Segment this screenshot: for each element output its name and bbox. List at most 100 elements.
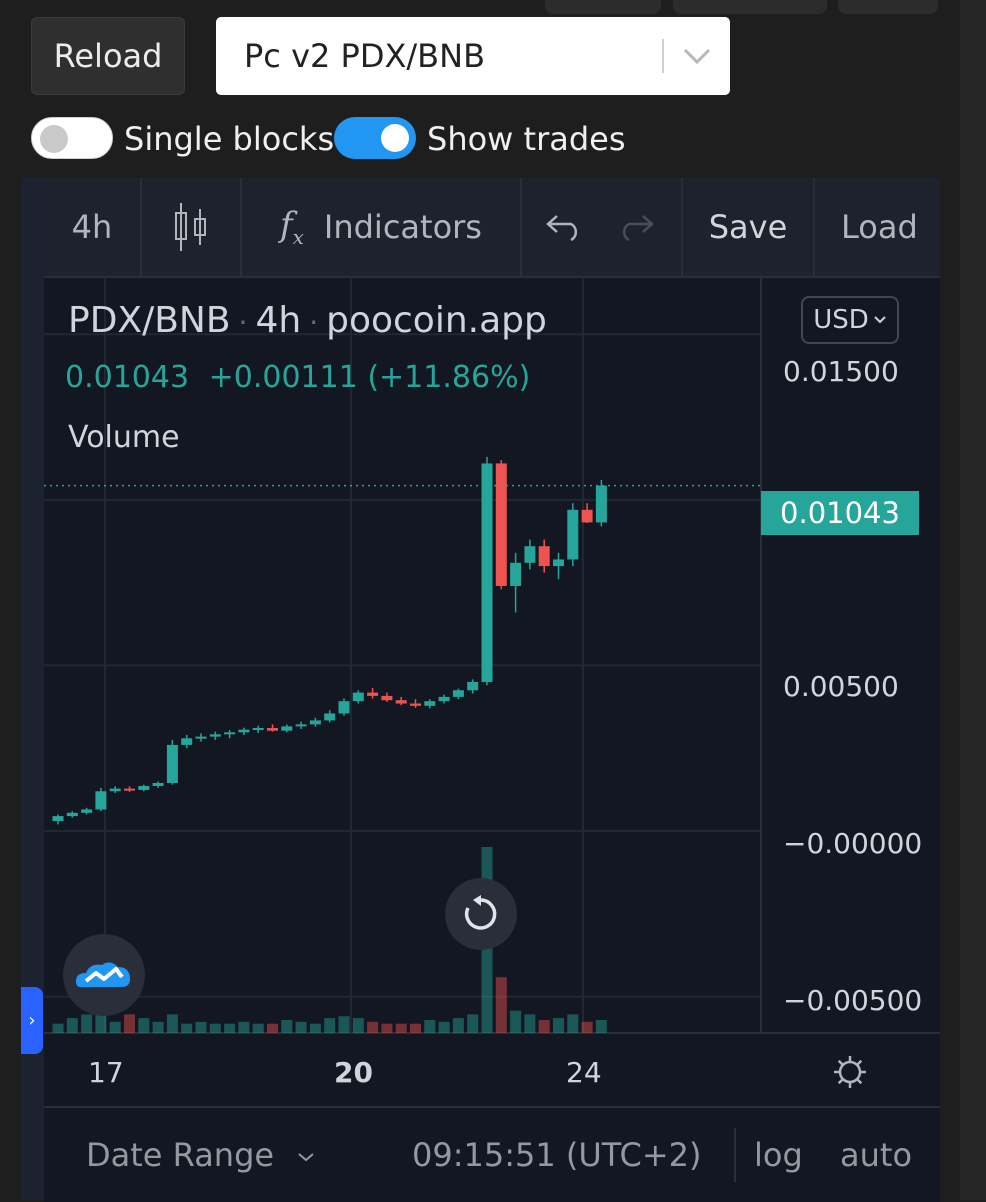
volume-bar bbox=[281, 1019, 293, 1033]
candle-body bbox=[152, 782, 164, 786]
currency-button[interactable]: USD bbox=[801, 296, 899, 344]
y-axis-tick: −0.00000 bbox=[783, 827, 923, 860]
candle-body bbox=[52, 816, 64, 822]
select-separator bbox=[662, 39, 664, 73]
load-button[interactable]: Load bbox=[815, 178, 940, 276]
expand-panel-handle[interactable]: › bbox=[21, 987, 43, 1054]
candle-body bbox=[224, 732, 236, 735]
save-button[interactable]: Save bbox=[683, 178, 813, 276]
volume-bar bbox=[109, 1021, 121, 1033]
volume-bar bbox=[309, 1023, 321, 1033]
volume-bar bbox=[581, 1021, 593, 1033]
candle-body bbox=[309, 720, 321, 725]
legend-dot: · bbox=[238, 306, 248, 339]
volume-bar bbox=[352, 1018, 364, 1033]
reset-chart-icon[interactable] bbox=[445, 878, 517, 950]
date-range-label: Date Range bbox=[86, 1136, 275, 1174]
volume-bar bbox=[567, 1014, 579, 1033]
legend-dot: · bbox=[309, 306, 319, 339]
volume-bar bbox=[424, 1019, 436, 1033]
candle-body bbox=[553, 559, 564, 567]
candle-body bbox=[595, 485, 607, 523]
candle-body bbox=[467, 681, 479, 691]
candle-body bbox=[195, 736, 207, 739]
volume-bar bbox=[338, 1016, 350, 1033]
indicators-label: Indicators bbox=[323, 208, 482, 246]
clock-time: 09:15:51 (UTC+2) bbox=[412, 1136, 702, 1174]
interval-label: 4h bbox=[255, 300, 302, 341]
reload-button[interactable]: Reload bbox=[31, 17, 185, 95]
candle-body bbox=[181, 738, 193, 745]
candle-style-icon[interactable] bbox=[142, 178, 240, 276]
candle-body bbox=[424, 701, 436, 706]
chevron-down-icon[interactable] bbox=[682, 17, 730, 95]
x-axis-tick: 24 bbox=[566, 1056, 602, 1089]
log-scale-button[interactable]: log bbox=[754, 1136, 803, 1174]
candle-body bbox=[252, 728, 264, 731]
candle-body bbox=[138, 785, 150, 790]
redo-icon[interactable] bbox=[606, 178, 666, 276]
volume-bar bbox=[267, 1023, 278, 1033]
volume-bar bbox=[467, 1014, 479, 1033]
pair-select[interactable]: Pc v2 PDX/BNB bbox=[216, 17, 730, 95]
chevron-down-icon bbox=[298, 1153, 314, 1162]
pair-select-value: Pc v2 PDX/BNB bbox=[244, 37, 486, 75]
candle-body bbox=[367, 692, 379, 696]
volume-bar bbox=[410, 1023, 421, 1033]
candle-body bbox=[281, 726, 293, 731]
candle-body bbox=[395, 700, 407, 704]
chart-toolbar: 4h fx Indicators Save Load bbox=[44, 178, 940, 278]
last-price-tag: 0.01043 bbox=[761, 491, 919, 535]
x-axis-tick: 17 bbox=[88, 1056, 124, 1089]
auto-scale-button[interactable]: auto bbox=[840, 1136, 912, 1174]
volume-bar bbox=[224, 1023, 236, 1033]
candle-body bbox=[95, 791, 107, 810]
top-tab-stub[interactable] bbox=[673, 0, 827, 14]
top-tab-stub[interactable] bbox=[838, 0, 938, 14]
single-blocks-toggle[interactable] bbox=[31, 117, 113, 159]
y-axis-tick: 0.00500 bbox=[783, 670, 899, 703]
volume-bar bbox=[95, 1014, 107, 1033]
top-tab-stub[interactable] bbox=[545, 0, 661, 14]
candle-body bbox=[66, 812, 78, 817]
candle-body bbox=[338, 701, 350, 714]
show-trades-label: Show trades bbox=[427, 120, 626, 158]
scroll-rail bbox=[960, 0, 986, 1200]
candle-body bbox=[166, 744, 178, 783]
volume-bar bbox=[395, 1023, 407, 1033]
volume-bar bbox=[524, 1014, 536, 1033]
candle-body bbox=[81, 809, 93, 813]
volume-bar bbox=[553, 1018, 564, 1033]
volume-bar bbox=[238, 1021, 250, 1033]
single-blocks-label: Single blocks bbox=[124, 120, 335, 158]
volume-bar bbox=[195, 1021, 207, 1033]
volume-bar bbox=[152, 1021, 164, 1033]
undo-icon[interactable] bbox=[534, 178, 594, 276]
volume-bar bbox=[452, 1018, 464, 1033]
chart-legend-title: PDX/BNB · 4h · poocoin.app bbox=[68, 300, 547, 341]
volume-bar bbox=[209, 1023, 221, 1033]
volume-legend-label: Volume bbox=[68, 420, 180, 455]
volume-bar bbox=[181, 1023, 193, 1033]
volume-bar bbox=[66, 1018, 78, 1033]
price-change-value: +0.00111 (+11.86%) bbox=[208, 360, 531, 395]
volume-bar bbox=[124, 1014, 135, 1033]
currency-label: USD bbox=[813, 305, 869, 335]
volume-bar bbox=[495, 977, 507, 1033]
tradingview-logo-icon[interactable] bbox=[63, 934, 145, 1016]
candle-body bbox=[410, 703, 421, 706]
candle-body bbox=[481, 463, 493, 682]
volume-bar bbox=[295, 1021, 307, 1033]
candle-body bbox=[581, 509, 593, 523]
candle-body bbox=[567, 509, 579, 560]
candle-body bbox=[381, 695, 393, 701]
settings-gear-icon[interactable] bbox=[830, 1052, 870, 1096]
candle-body bbox=[124, 788, 135, 791]
volume-bar bbox=[367, 1021, 379, 1033]
indicators-button[interactable]: fx Indicators bbox=[242, 178, 520, 276]
show-trades-toggle[interactable] bbox=[334, 117, 416, 159]
toolbar-divider bbox=[520, 178, 522, 276]
symbol-label: PDX/BNB bbox=[68, 300, 231, 341]
interval-button[interactable]: 4h bbox=[44, 178, 140, 276]
date-range-button[interactable]: Date Range bbox=[86, 1136, 316, 1174]
